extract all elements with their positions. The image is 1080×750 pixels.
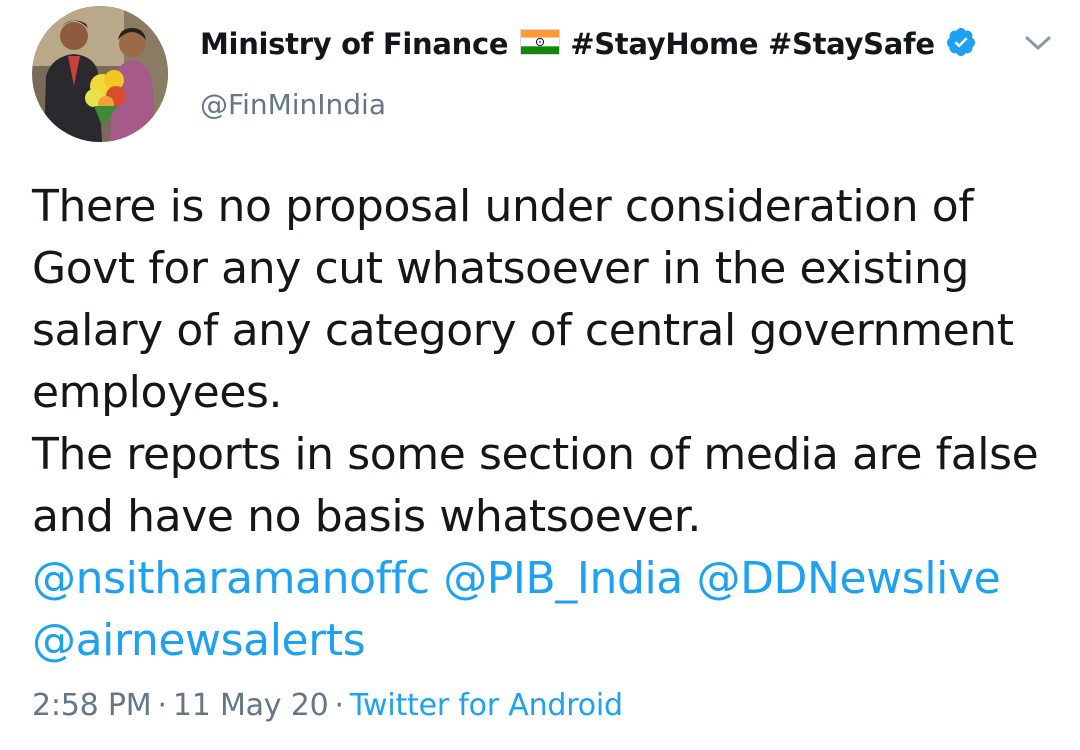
tweet-time: 2:58 PM [32,688,152,723]
tweet-source-link[interactable]: Twitter for Android [350,688,623,723]
chevron-down-icon[interactable] [1018,28,1058,58]
display-name-hashtags: #StayHome #StaySafe [570,27,935,61]
avatar-photo [32,6,168,142]
display-name[interactable]: Ministry of Finance [200,27,509,61]
tweet-mentions: @nsitharamanoffc @PIB_India @DDNewslive … [32,548,1062,672]
mention-link[interactable]: @PIB_India [443,553,683,604]
mention-link[interactable]: @DDNewslive [696,553,1000,604]
profile-avatar[interactable] [32,6,168,142]
mention-link[interactable]: @nsitharamanoffc [32,553,430,604]
tweet-paragraph: There is no proposal under consideration… [32,181,1014,418]
india-flag-icon [520,29,561,59]
tweet-text: There is no proposal under consideration… [32,176,1062,672]
meta-separator: · [334,688,344,723]
name-row: Ministry of Finance #StayHome #StaySafe [200,22,977,66]
meta-separator: · [157,688,167,723]
user-handle[interactable]: @FinMinIndia [200,88,386,121]
mention-link[interactable]: @airnewsalerts [32,615,366,666]
tweet-meta: 2:58 PM · 11 May 20 · Twitter for Android [32,688,623,723]
tweet-paragraph: The reports in some section of media are… [32,429,1039,542]
tweet-date: 11 May 20 [172,688,329,723]
tweet-card: Ministry of Finance #StayHome #StaySafe … [0,0,1080,750]
verified-badge-icon [945,26,977,62]
